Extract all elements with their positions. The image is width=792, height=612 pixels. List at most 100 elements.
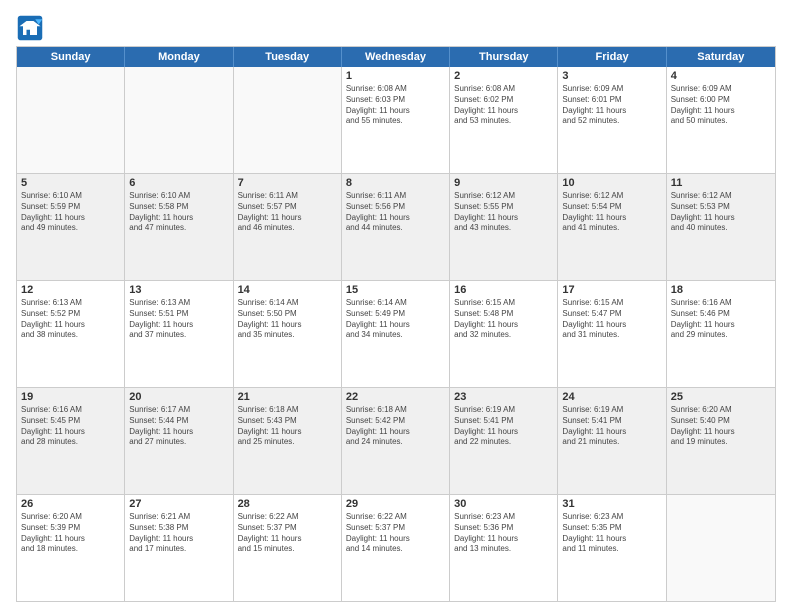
day-info: Sunrise: 6:14 AM Sunset: 5:50 PM Dayligh…	[238, 298, 337, 341]
day-cell: 15 Sunrise: 6:14 AM Sunset: 5:49 PM Dayli…	[342, 281, 450, 387]
day-cell: 1Sunrise: 6:08 AM Sunset: 6:03 PM Daylig…	[342, 67, 450, 173]
day-info: Sunrise: 6:09 AM Sunset: 6:00 PM Dayligh…	[671, 84, 771, 127]
col-header-monday: Monday	[125, 47, 233, 67]
day-cell: 20 Sunrise: 6:17 AM Sunset: 5:44 PM Dayli…	[125, 388, 233, 494]
day-number: 21	[238, 391, 337, 403]
top-header	[16, 14, 776, 42]
day-number: 9	[454, 177, 553, 189]
day-cell: 18 Sunrise: 6:16 AM Sunset: 5:46 PM Dayli…	[667, 281, 775, 387]
day-number: 19	[21, 391, 120, 403]
col-header-sunday: Sunday	[17, 47, 125, 67]
day-number: 30	[454, 498, 553, 510]
day-number: 5	[21, 177, 120, 189]
day-cell: 13Sunrise: 6:13 AM Sunset: 5:51 PM Dayli…	[125, 281, 233, 387]
day-info: Sunrise: 6:15 AM Sunset: 5:47 PM Dayligh…	[562, 298, 661, 341]
day-number: 16	[454, 284, 553, 296]
day-cell: 29 Sunrise: 6:22 AM Sunset: 5:37 PM Dayli…	[342, 495, 450, 601]
day-cell: 24Sunrise: 6:19 AM Sunset: 5:41 PM Dayli…	[558, 388, 666, 494]
day-info: Sunrise: 6:12 AM Sunset: 5:55 PM Dayligh…	[454, 191, 553, 234]
day-info: Sunrise: 6:16 AM Sunset: 5:46 PM Dayligh…	[671, 298, 771, 341]
day-cell: 21 Sunrise: 6:18 AM Sunset: 5:43 PM Dayli…	[234, 388, 342, 494]
day-number: 18	[671, 284, 771, 296]
day-number: 15	[346, 284, 445, 296]
day-info: Sunrise: 6:15 AM Sunset: 5:48 PM Dayligh…	[454, 298, 553, 341]
day-cell: 8Sunrise: 6:11 AM Sunset: 5:56 PM Daylig…	[342, 174, 450, 280]
day-cell: 30 Sunrise: 6:23 AM Sunset: 5:36 PM Dayli…	[450, 495, 558, 601]
day-cell: 16 Sunrise: 6:15 AM Sunset: 5:48 PM Dayli…	[450, 281, 558, 387]
day-info: Sunrise: 6:12 AM Sunset: 5:54 PM Dayligh…	[562, 191, 661, 234]
day-number: 25	[671, 391, 771, 403]
week-row-4: 19 Sunrise: 6:16 AM Sunset: 5:45 PM Dayli…	[17, 388, 775, 495]
day-info: Sunrise: 6:22 AM Sunset: 5:37 PM Dayligh…	[238, 512, 337, 555]
day-info: Sunrise: 6:23 AM Sunset: 5:35 PM Dayligh…	[562, 512, 661, 555]
day-cell	[667, 495, 775, 601]
logo	[16, 14, 48, 42]
day-cell: 28Sunrise: 6:22 AM Sunset: 5:37 PM Dayli…	[234, 495, 342, 601]
day-cell: 11 Sunrise: 6:12 AM Sunset: 5:53 PM Dayli…	[667, 174, 775, 280]
day-number: 2	[454, 70, 553, 82]
day-cell	[234, 67, 342, 173]
day-cell: 23Sunrise: 6:19 AM Sunset: 5:41 PM Dayli…	[450, 388, 558, 494]
day-cell: 3 Sunrise: 6:09 AM Sunset: 6:01 PM Daylig…	[558, 67, 666, 173]
col-header-wednesday: Wednesday	[342, 47, 450, 67]
day-cell: 22 Sunrise: 6:18 AM Sunset: 5:42 PM Dayli…	[342, 388, 450, 494]
day-info: Sunrise: 6:19 AM Sunset: 5:41 PM Dayligh…	[562, 405, 661, 448]
day-cell: 10Sunrise: 6:12 AM Sunset: 5:54 PM Dayli…	[558, 174, 666, 280]
day-info: Sunrise: 6:16 AM Sunset: 5:45 PM Dayligh…	[21, 405, 120, 448]
day-number: 31	[562, 498, 661, 510]
day-cell: 31 Sunrise: 6:23 AM Sunset: 5:35 PM Dayli…	[558, 495, 666, 601]
day-number: 13	[129, 284, 228, 296]
day-number: 3	[562, 70, 661, 82]
day-info: Sunrise: 6:20 AM Sunset: 5:39 PM Dayligh…	[21, 512, 120, 555]
day-cell: 9 Sunrise: 6:12 AM Sunset: 5:55 PM Daylig…	[450, 174, 558, 280]
day-number: 14	[238, 284, 337, 296]
day-info: Sunrise: 6:20 AM Sunset: 5:40 PM Dayligh…	[671, 405, 771, 448]
day-cell: 2Sunrise: 6:08 AM Sunset: 6:02 PM Daylig…	[450, 67, 558, 173]
day-info: Sunrise: 6:08 AM Sunset: 6:03 PM Dayligh…	[346, 84, 445, 127]
day-number: 11	[671, 177, 771, 189]
day-cell: 4Sunrise: 6:09 AM Sunset: 6:00 PM Daylig…	[667, 67, 775, 173]
day-number: 12	[21, 284, 120, 296]
day-number: 20	[129, 391, 228, 403]
day-number: 7	[238, 177, 337, 189]
day-cell: 19 Sunrise: 6:16 AM Sunset: 5:45 PM Dayli…	[17, 388, 125, 494]
day-number: 26	[21, 498, 120, 510]
day-cell: 14 Sunrise: 6:14 AM Sunset: 5:50 PM Dayli…	[234, 281, 342, 387]
day-number: 17	[562, 284, 661, 296]
day-number: 6	[129, 177, 228, 189]
day-info: Sunrise: 6:18 AM Sunset: 5:42 PM Dayligh…	[346, 405, 445, 448]
col-header-saturday: Saturday	[667, 47, 775, 67]
day-cell: 26 Sunrise: 6:20 AM Sunset: 5:39 PM Dayli…	[17, 495, 125, 601]
day-cell	[125, 67, 233, 173]
col-header-tuesday: Tuesday	[234, 47, 342, 67]
day-info: Sunrise: 6:11 AM Sunset: 5:56 PM Dayligh…	[346, 191, 445, 234]
day-cell: 5 Sunrise: 6:10 AM Sunset: 5:59 PM Daylig…	[17, 174, 125, 280]
day-info: Sunrise: 6:22 AM Sunset: 5:37 PM Dayligh…	[346, 512, 445, 555]
day-info: Sunrise: 6:18 AM Sunset: 5:43 PM Dayligh…	[238, 405, 337, 448]
day-number: 29	[346, 498, 445, 510]
col-header-friday: Friday	[558, 47, 666, 67]
day-cell: 12Sunrise: 6:13 AM Sunset: 5:52 PM Dayli…	[17, 281, 125, 387]
day-info: Sunrise: 6:10 AM Sunset: 5:59 PM Dayligh…	[21, 191, 120, 234]
day-info: Sunrise: 6:14 AM Sunset: 5:49 PM Dayligh…	[346, 298, 445, 341]
day-cell: 7 Sunrise: 6:11 AM Sunset: 5:57 PM Daylig…	[234, 174, 342, 280]
day-cell	[17, 67, 125, 173]
col-header-thursday: Thursday	[450, 47, 558, 67]
calendar-body: 1Sunrise: 6:08 AM Sunset: 6:03 PM Daylig…	[17, 67, 775, 601]
day-info: Sunrise: 6:12 AM Sunset: 5:53 PM Dayligh…	[671, 191, 771, 234]
week-row-1: 1Sunrise: 6:08 AM Sunset: 6:03 PM Daylig…	[17, 67, 775, 174]
page: SundayMondayTuesdayWednesdayThursdayFrid…	[0, 0, 792, 612]
day-info: Sunrise: 6:11 AM Sunset: 5:57 PM Dayligh…	[238, 191, 337, 234]
day-number: 22	[346, 391, 445, 403]
week-row-2: 5 Sunrise: 6:10 AM Sunset: 5:59 PM Daylig…	[17, 174, 775, 281]
day-info: Sunrise: 6:17 AM Sunset: 5:44 PM Dayligh…	[129, 405, 228, 448]
day-number: 23	[454, 391, 553, 403]
day-info: Sunrise: 6:21 AM Sunset: 5:38 PM Dayligh…	[129, 512, 228, 555]
day-cell: 6 Sunrise: 6:10 AM Sunset: 5:58 PM Daylig…	[125, 174, 233, 280]
day-info: Sunrise: 6:23 AM Sunset: 5:36 PM Dayligh…	[454, 512, 553, 555]
day-cell: 25 Sunrise: 6:20 AM Sunset: 5:40 PM Dayli…	[667, 388, 775, 494]
week-row-5: 26 Sunrise: 6:20 AM Sunset: 5:39 PM Dayli…	[17, 495, 775, 601]
day-info: Sunrise: 6:09 AM Sunset: 6:01 PM Dayligh…	[562, 84, 661, 127]
day-info: Sunrise: 6:10 AM Sunset: 5:58 PM Dayligh…	[129, 191, 228, 234]
day-cell: 17 Sunrise: 6:15 AM Sunset: 5:47 PM Dayli…	[558, 281, 666, 387]
